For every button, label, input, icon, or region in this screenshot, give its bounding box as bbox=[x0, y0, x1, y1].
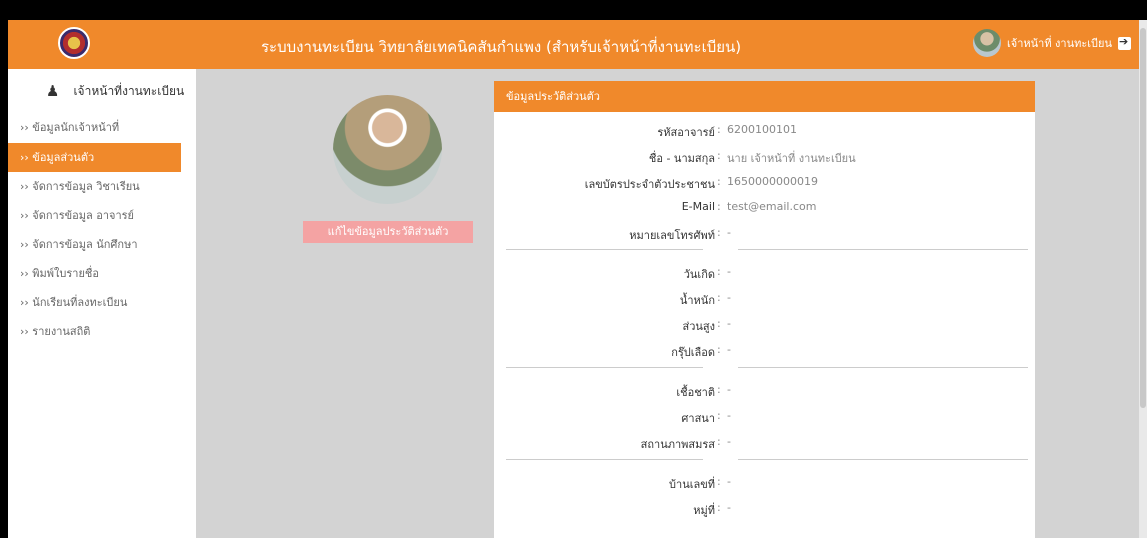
info-row: เชื้อชาติ: - bbox=[676, 383, 731, 399]
info-row: หมู่ที่: - bbox=[693, 501, 731, 517]
info-row: กรุ๊ปเลือด: - bbox=[671, 343, 731, 359]
row-value: - bbox=[727, 383, 731, 396]
page-scrollbar[interactable] bbox=[1139, 20, 1147, 538]
user-area: เจ้าหน้าที่ งานทะเบียน bbox=[972, 29, 1131, 57]
personal-info-card: ข้อมูลประวัติส่วนตัว รหัสอาจารย์:6200100… bbox=[494, 81, 1035, 538]
row-value: 1650000000019 bbox=[727, 175, 818, 188]
scrollbar-thumb[interactable] bbox=[1140, 28, 1146, 408]
section-divider bbox=[738, 249, 1028, 250]
row-value: - bbox=[727, 291, 731, 304]
row-label: ศาสนา bbox=[681, 412, 715, 425]
row-value: - bbox=[727, 343, 731, 356]
info-row: รหัสอาจารย์:6200100101 bbox=[657, 123, 797, 139]
app-title: ระบบงานทะเบียน วิทยาลัยเทคนิคสันกำแพง (ส… bbox=[261, 38, 742, 56]
info-row: น้ำหนัก: - bbox=[679, 291, 731, 307]
row-value: - bbox=[727, 226, 731, 239]
row-label: วันเกิด bbox=[683, 268, 715, 281]
college-logo bbox=[58, 27, 90, 59]
row-value: นาย เจ้าหน้าที่ งานทะเบียน bbox=[727, 152, 856, 165]
row-value: 6200100101 bbox=[727, 123, 797, 136]
info-row: บ้านเลขที่: - bbox=[669, 475, 731, 491]
row-value: - bbox=[727, 475, 731, 488]
header-bar: ระบบงานทะเบียน วิทยาลัยเทคนิคสันกำแพง (ส… bbox=[8, 20, 1139, 69]
row-value: - bbox=[727, 435, 731, 448]
card-title: ข้อมูลประวัติส่วนตัว bbox=[494, 81, 1035, 112]
sidebar-item-personal-info[interactable]: ›› ข้อมูลส่วนตัว bbox=[8, 143, 181, 172]
info-row: สถานภาพสมรส: - bbox=[640, 435, 731, 451]
row-value: - bbox=[727, 409, 731, 422]
sidebar-item-manage-teachers[interactable]: ›› จัดการข้อมูล อาจารย์ bbox=[8, 201, 181, 230]
row-label: รหัสอาจารย์ bbox=[657, 126, 715, 139]
row-label: หมู่ที่ bbox=[693, 504, 715, 517]
sidebar-user-label: เจ้าหน้าที่งานทะเบียน bbox=[73, 83, 185, 98]
row-value: - bbox=[727, 317, 731, 330]
info-row: หมายเลขโทรศัพท์: - bbox=[629, 226, 731, 242]
sidebar-item-statistics[interactable]: ›› รายงานสถิติ bbox=[8, 317, 181, 346]
sidebar: ♟ เจ้าหน้าที่งานทะเบียน ›› ข้อมูลนักเจ้า… bbox=[8, 69, 196, 538]
row-label: กรุ๊ปเลือด bbox=[671, 346, 715, 359]
info-row: วันเกิด: - bbox=[683, 265, 731, 281]
row-label: สถานภาพสมรส bbox=[640, 438, 715, 451]
row-label: เชื้อชาติ bbox=[676, 386, 715, 399]
row-label: บ้านเลขที่ bbox=[669, 478, 715, 491]
app-frame: ระบบงานทะเบียน วิทยาลัยเทคนิคสันกำแพง (ส… bbox=[8, 20, 1139, 538]
sidebar-item-staff-info[interactable]: ›› ข้อมูลนักเจ้าหน้าที่ bbox=[8, 113, 181, 142]
user-name[interactable]: เจ้าหน้าที่ งานทะเบียน bbox=[1007, 34, 1112, 52]
section-divider bbox=[506, 249, 703, 250]
section-divider bbox=[738, 367, 1028, 368]
section-divider bbox=[738, 459, 1028, 460]
edit-profile-button[interactable]: แก้ไขข้อมูลประวัติส่วนตัว bbox=[303, 221, 473, 243]
row-value: - bbox=[727, 265, 731, 278]
row-value: test@email.com bbox=[727, 200, 817, 213]
user-avatar[interactable] bbox=[972, 29, 1001, 57]
row-label: ชื่อ - นามสกุล bbox=[648, 152, 715, 165]
sidebar-item-registered-students[interactable]: ›› นักเรียนที่ลงทะเบียน bbox=[8, 288, 181, 317]
row-label: ส่วนสูง bbox=[682, 320, 716, 333]
sidebar-item-manage-students[interactable]: ›› จัดการข้อมูล นักศึกษา bbox=[8, 230, 181, 259]
section-divider bbox=[506, 367, 703, 368]
window-top-edge bbox=[0, 0, 1147, 20]
sidebar-user: ♟ เจ้าหน้าที่งานทะเบียน bbox=[8, 69, 196, 113]
info-row: ชื่อ - นามสกุล: นาย เจ้าหน้าที่ งานทะเบีย… bbox=[648, 149, 856, 165]
row-label: เลขบัตรประจำตัวประชาชน bbox=[584, 178, 715, 191]
info-row: E-Mail: test@email.com bbox=[681, 200, 817, 213]
row-label: E-Mail bbox=[681, 200, 715, 213]
section-divider bbox=[506, 459, 703, 460]
row-label: หมายเลขโทรศัพท์ bbox=[629, 229, 715, 242]
sidebar-item-print-list[interactable]: ›› พิมพ์ใบรายชื่อ bbox=[8, 259, 181, 288]
sidebar-item-manage-subjects[interactable]: ›› จัดการข้อมูล วิชาเรียน bbox=[8, 172, 181, 201]
info-row: ส่วนสูง: - bbox=[682, 317, 731, 333]
row-value: - bbox=[727, 501, 731, 514]
info-row: เลขบัตรประจำตัวประชาชน:1650000000019 bbox=[584, 175, 818, 191]
logout-icon[interactable] bbox=[1118, 35, 1131, 50]
info-row: ศาสนา: - bbox=[681, 409, 731, 425]
row-label: น้ำหนัก bbox=[679, 294, 715, 307]
person-icon: ♟ bbox=[46, 82, 60, 100]
profile-photo bbox=[333, 95, 442, 204]
